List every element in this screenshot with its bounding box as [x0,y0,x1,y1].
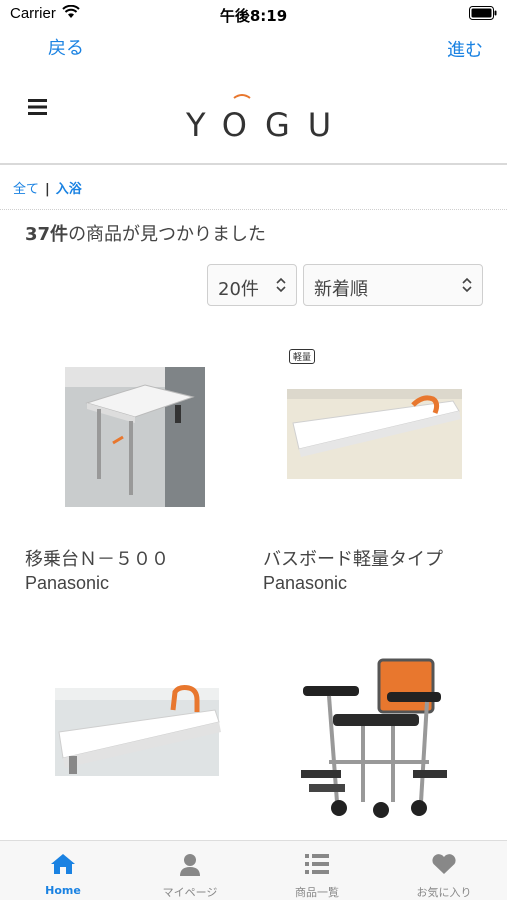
bottom-tab-bar: Home マイページ 商品一覧 お気に入り [0,840,507,900]
product-image-bath-board-handle[interactable] [25,652,255,842]
breadcrumb-separator: | [45,182,50,197]
product-name: バスボード軽量タイプ [263,549,443,570]
product-name: 移乗台Ｎ－５００ [25,549,169,570]
list-icon [305,854,329,874]
tab-mypage[interactable]: マイページ [127,841,253,900]
sort-select[interactable]: 新着順 [303,264,483,306]
per-page-select[interactable]: 20件 [207,264,297,306]
hamburger-menu-icon[interactable] [28,98,48,116]
tab-home[interactable]: Home [0,841,126,900]
tab-favorites[interactable]: お気に入り [381,841,507,900]
select-updown-icon [462,277,472,293]
product-brand: Panasonic [25,573,110,593]
product-image-bath-board[interactable] [263,345,493,535]
per-page-value: 20件 [218,279,259,300]
breadcrumb-bath-link[interactable]: 入浴 [56,182,82,197]
sort-value: 新着順 [314,279,368,300]
tab-label: お気に入り [416,886,472,899]
product-image-transfer-bench[interactable] [25,345,255,535]
tab-label: マイページ [162,886,218,899]
product-image-shower-wheelchair[interactable] [263,652,493,842]
battery-icon [469,6,497,20]
back-button[interactable]: 戻る [48,34,84,60]
tab-label: Home [45,884,81,897]
forward-button[interactable]: 進む [447,36,483,62]
tab-product-list[interactable]: 商品一覧 [254,841,380,900]
select-updown-icon [276,277,286,293]
home-icon [51,854,75,874]
breadcrumb-all-link[interactable]: 全て [13,182,39,197]
yogu-logo[interactable]: YOGU [180,90,330,140]
status-time: 午後8:19 [219,7,288,25]
heart-icon [432,854,456,874]
status-bar: Carrier 午後8:19 [0,0,507,28]
header-divider [0,163,507,165]
breadcrumb: 全て | 入浴 [13,178,82,197]
svg-text:YOGU: YOGU [185,106,330,140]
nav-row: 戻る 進む [0,32,507,62]
result-count: 37件 [25,224,69,245]
result-summary: 37件の商品が見つかりました [25,220,266,246]
tab-label: 商品一覧 [295,886,339,899]
breadcrumb-divider [0,209,507,210]
product-brand: Panasonic [263,573,348,593]
user-icon [180,854,200,876]
site-header: YOGU [0,80,507,160]
result-suffix: の商品が見つかりました [68,224,267,245]
